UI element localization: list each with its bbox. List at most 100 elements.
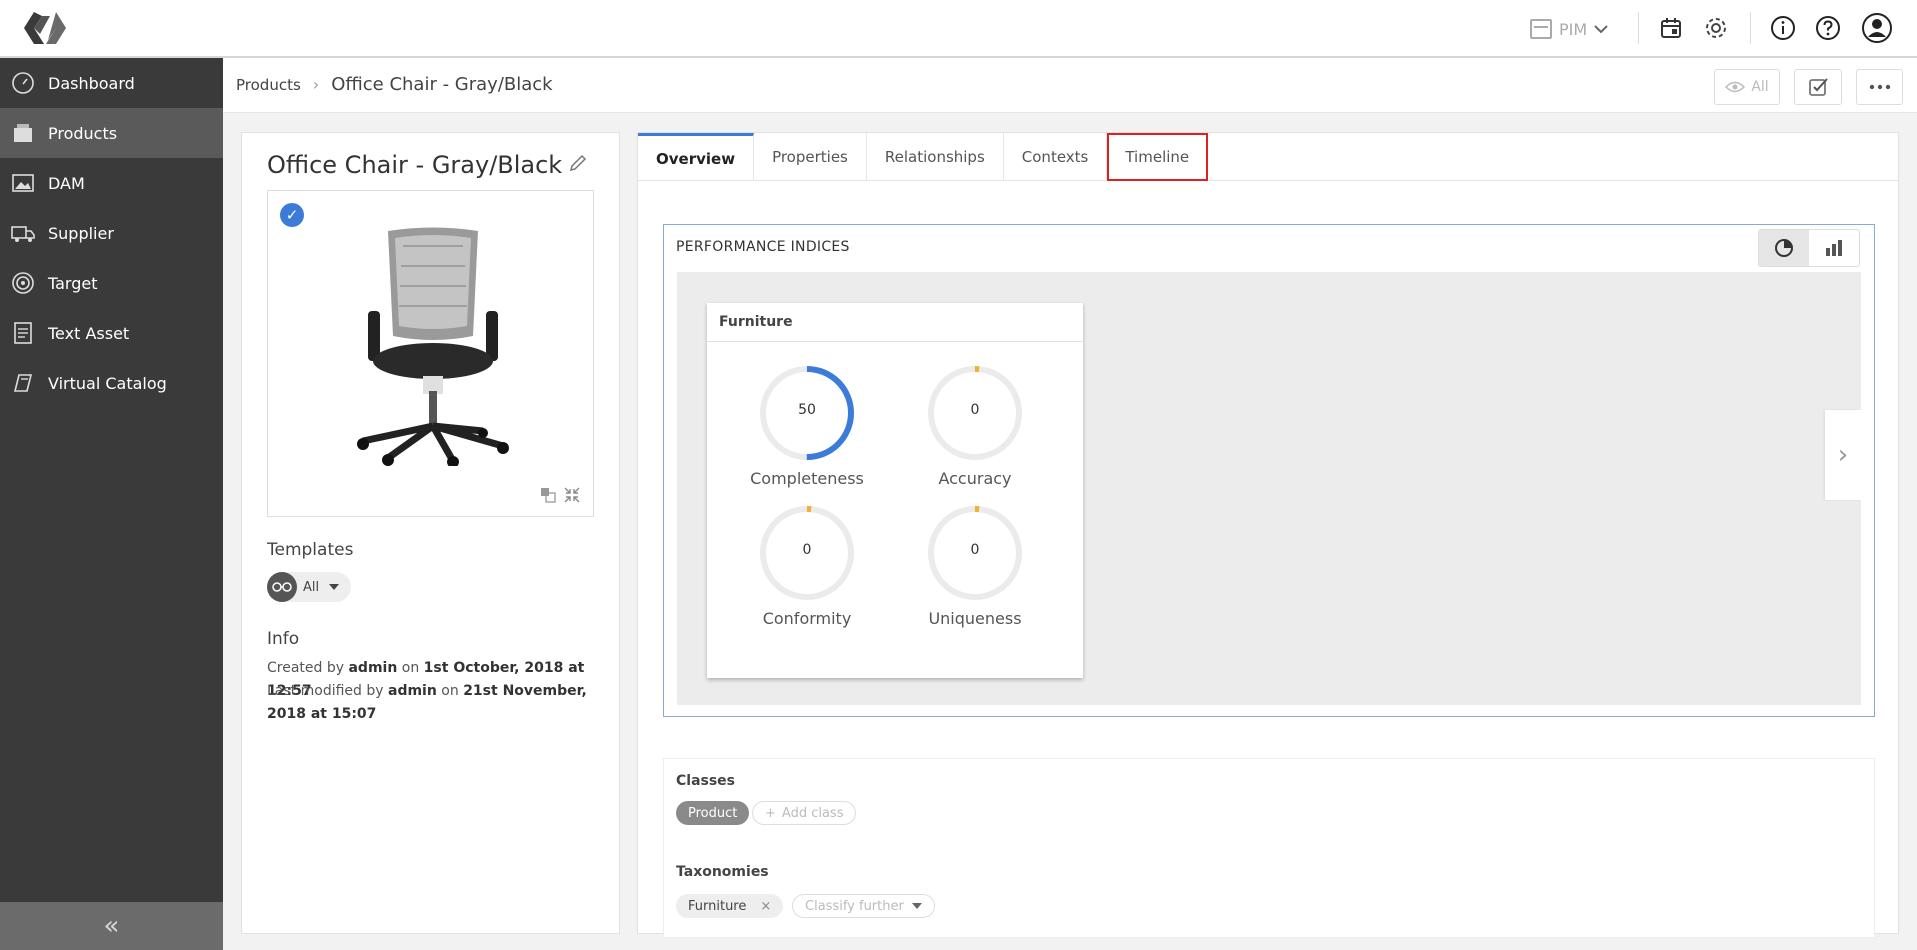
performance-canvas: Furniture 50 Completeness 0 Accuracy 0 C… xyxy=(677,272,1861,705)
taxonomies-title: Taxonomies xyxy=(676,864,769,880)
products-icon xyxy=(10,120,36,146)
sidebar-item-label: Products xyxy=(48,123,118,143)
tab-contexts[interactable]: Contexts xyxy=(1004,133,1108,181)
caret-down-icon xyxy=(911,903,922,909)
sidebar-item-dam[interactable]: DAM xyxy=(0,158,223,208)
sidebar-item-label: Target xyxy=(48,273,98,293)
breadcrumb-bar: Products › Office Chair - Gray/Black All xyxy=(223,58,1917,113)
view-toggle xyxy=(1758,229,1860,267)
gauge-value: 50 xyxy=(798,402,816,418)
modified-date: 21st November, xyxy=(463,683,587,699)
info-label: Info xyxy=(267,629,300,649)
sidebar-item-label: DAM xyxy=(48,173,85,193)
gauge-label: Uniqueness xyxy=(928,609,1022,628)
target-icon xyxy=(10,270,36,296)
product-detail-panel: Overview Properties Relationships Contex… xyxy=(637,132,1899,938)
pencil-icon[interactable] xyxy=(568,153,592,177)
copy-image-icon[interactable] xyxy=(539,486,557,504)
sidebar-item-target[interactable]: Target xyxy=(0,258,223,308)
eye-icon xyxy=(1725,81,1746,93)
more-options-button[interactable] xyxy=(1856,69,1903,105)
add-class-button[interactable]: + Add class xyxy=(752,801,857,825)
kpi-card-furniture[interactable]: Furniture 50 Completeness 0 Accuracy 0 C… xyxy=(707,303,1083,678)
breadcrumb: Products › Office Chair - Gray/Black xyxy=(236,74,553,95)
product-image[interactable]: ✓ xyxy=(267,190,594,517)
gauge-value: 0 xyxy=(970,542,980,558)
tab-relationships[interactable]: Relationships xyxy=(867,133,1004,181)
image-icon xyxy=(10,170,36,196)
gauge-value: 0 xyxy=(802,542,812,558)
caret-down-icon xyxy=(329,584,340,590)
divider xyxy=(1638,12,1639,44)
product-summary-card: Office Chair - Gray/Black ✓ Templates Al… xyxy=(241,132,620,934)
app-logo[interactable] xyxy=(20,8,70,48)
classes-title: Classes xyxy=(676,773,736,789)
gear-icon[interactable] xyxy=(1700,12,1732,44)
plus-icon: + xyxy=(765,805,776,821)
help-icon[interactable] xyxy=(1812,12,1844,44)
view-all-button[interactable]: All xyxy=(1714,69,1780,105)
top-bar: PIM xyxy=(0,0,1917,58)
close-icon[interactable]: × xyxy=(760,899,771,914)
check-icon[interactable]: ✓ xyxy=(280,203,304,227)
bar-chart-icon[interactable] xyxy=(1809,230,1859,266)
tab-timeline[interactable]: Timeline xyxy=(1107,133,1209,181)
taxonomy-chip-label: Furniture xyxy=(688,898,747,914)
sidebar-item-label: Dashboard xyxy=(48,73,135,93)
archive-icon xyxy=(1530,19,1552,39)
modified-info: Last modified by admin on 21st November,… xyxy=(267,683,587,722)
gauge-completeness: 50 Completeness xyxy=(737,363,877,488)
module-switcher[interactable]: PIM xyxy=(1530,14,1608,44)
office-chair-image xyxy=(357,227,509,466)
modified-user: admin xyxy=(388,683,437,699)
tab-bar: Overview Properties Relationships Contex… xyxy=(638,133,1898,181)
classify-further-label: Classify further xyxy=(805,898,904,914)
image-tools xyxy=(539,486,581,504)
sidebar-item-products[interactable]: Products xyxy=(0,108,223,158)
user-avatar-icon[interactable] xyxy=(1861,12,1893,44)
glasses-icon xyxy=(267,572,297,602)
product-title: Office Chair - Gray/Black xyxy=(267,151,563,179)
catalog-icon xyxy=(10,370,36,396)
chevron-down-icon xyxy=(1594,25,1608,34)
template-select[interactable]: All xyxy=(267,572,351,602)
sidebar-item-label: Text Asset xyxy=(48,323,130,343)
sidebar-item-text-asset[interactable]: Text Asset xyxy=(0,308,223,358)
class-chip-product[interactable]: Product xyxy=(676,801,750,825)
gauge-label: Accuracy xyxy=(938,469,1012,488)
view-all-label: All xyxy=(1751,79,1769,95)
sidebar-item-supplier[interactable]: Supplier xyxy=(0,208,223,258)
check-square-icon xyxy=(1809,78,1828,96)
document-icon xyxy=(10,320,36,346)
created-user: admin xyxy=(348,660,398,676)
breadcrumb-current: Office Chair - Gray/Black xyxy=(331,74,553,95)
double-chevron-left-icon: « xyxy=(103,911,120,941)
tab-properties[interactable]: Properties xyxy=(754,133,867,181)
performance-indices-panel: PERFORMANCE INDICES Furniture 50 Complet… xyxy=(663,224,1875,717)
chevron-right-icon: › xyxy=(312,75,320,94)
sidebar-item-virtual-catalog[interactable]: Virtual Catalog xyxy=(0,358,223,408)
divider xyxy=(1750,12,1751,44)
module-label: PIM xyxy=(1559,19,1588,39)
add-class-label: Add class xyxy=(781,805,844,821)
info-icon[interactable] xyxy=(1767,12,1799,44)
next-slide-button[interactable]: › xyxy=(1825,410,1861,500)
approve-button[interactable] xyxy=(1794,69,1842,105)
breadcrumb-products-link[interactable]: Products xyxy=(236,76,301,94)
truck-icon xyxy=(10,220,36,246)
classification-panel: Classes Product + Add class Taxonomies F… xyxy=(663,758,1875,938)
tab-overview[interactable]: Overview xyxy=(638,133,755,181)
modified-date-cont: 2018 at 15:07 xyxy=(267,706,377,722)
gauge-view-icon[interactable] xyxy=(1759,230,1809,266)
collapse-icon[interactable] xyxy=(563,486,581,504)
kpi-card-title: Furniture xyxy=(707,303,1083,342)
sidebar-item-dashboard[interactable]: Dashboard xyxy=(0,58,223,108)
sidebar: Dashboard Products DAM Supplier Target T… xyxy=(0,58,223,950)
sidebar-collapse-button[interactable]: « xyxy=(0,902,223,950)
dashboard-icon xyxy=(10,70,36,96)
taxonomy-chip-furniture[interactable]: Furniture × xyxy=(676,894,784,918)
classify-further-dropdown[interactable]: Classify further xyxy=(792,894,935,918)
templates-label: Templates xyxy=(267,540,354,560)
gauge-value: 0 xyxy=(970,402,980,418)
calendar-icon[interactable] xyxy=(1655,12,1687,44)
